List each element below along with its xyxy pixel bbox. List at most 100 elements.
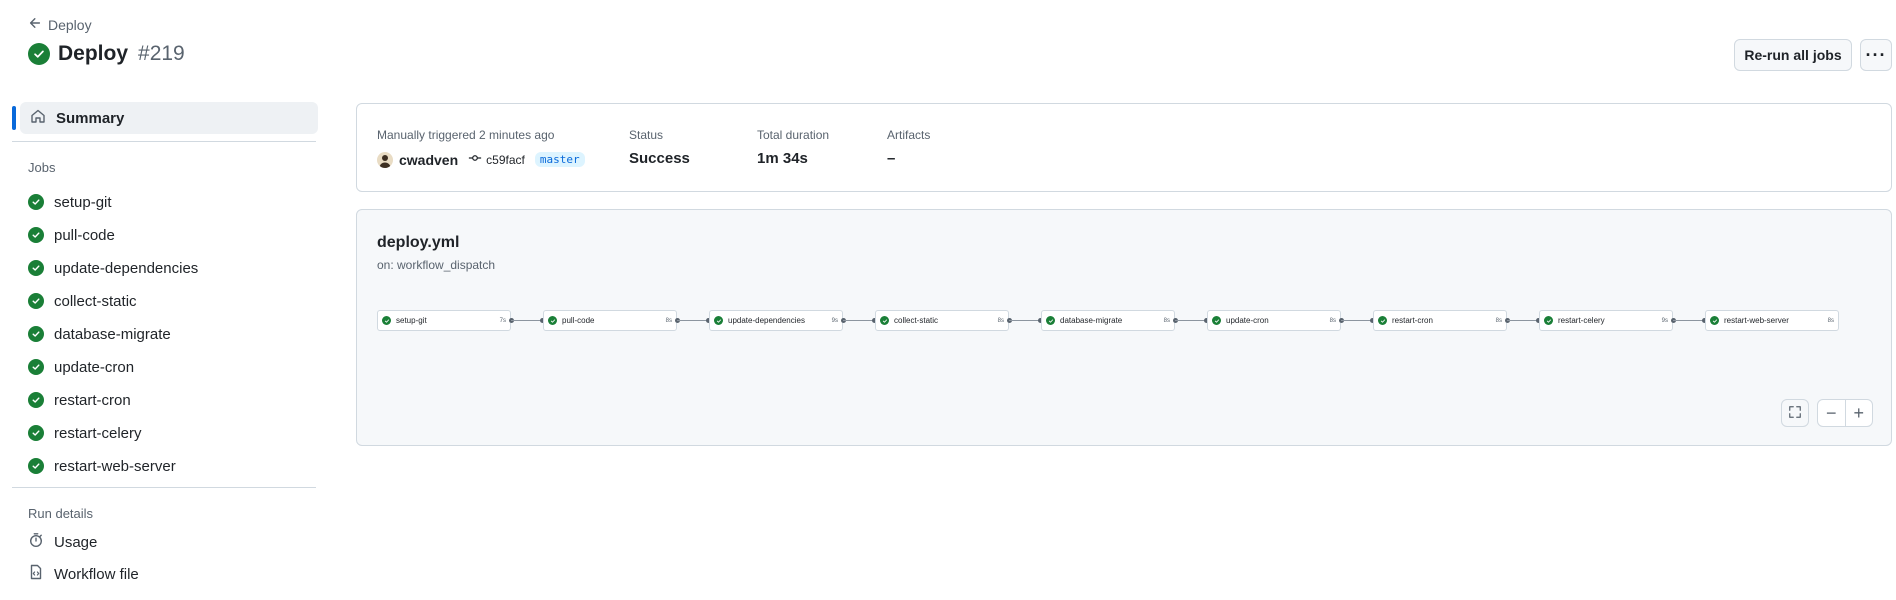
- check-circle-icon: [28, 359, 44, 375]
- status-value: Success: [629, 150, 690, 167]
- duration-label: Total duration: [757, 128, 830, 142]
- zoom-out-button[interactable]: −: [1818, 400, 1846, 426]
- graph-node-duration: 8s: [1163, 317, 1170, 324]
- sidebar-item-usage[interactable]: Usage: [28, 530, 97, 554]
- workflow-file-name: deploy.yml: [377, 234, 460, 251]
- graph-node-label: setup-git: [396, 316, 427, 325]
- sidebar-item-job-update-dependencies[interactable]: update-dependencies: [28, 256, 198, 280]
- workflow-trigger: on: workflow_dispatch: [377, 258, 496, 272]
- check-circle-icon: [382, 316, 391, 325]
- check-circle-icon: [1710, 316, 1719, 325]
- sidebar-item-label: update-dependencies: [54, 259, 199, 277]
- sidebar-item-label: restart-celery: [54, 424, 142, 442]
- graph-node-duration: 8s: [1827, 317, 1834, 324]
- sidebar-item-label: pull-code: [54, 226, 115, 244]
- graph-node-label: update-cron: [1226, 316, 1269, 325]
- sidebar-item-job-restart-celery[interactable]: restart-celery: [28, 421, 142, 445]
- sidebar-item-job-restart-cron[interactable]: restart-cron: [28, 388, 131, 412]
- graph-node-duration: 8s: [1329, 317, 1336, 324]
- graph-node-duration: 9s: [1661, 317, 1668, 324]
- graph-node-label: collect-static: [894, 316, 939, 325]
- sidebar-item-label: update-cron: [54, 358, 135, 376]
- zoom-controls: − +: [1817, 399, 1873, 427]
- graph-node-duration: 8s: [997, 317, 1004, 324]
- graph-node-label: update-dependencies: [728, 316, 805, 325]
- check-circle-icon: [1544, 316, 1553, 325]
- check-circle-icon: [548, 316, 557, 325]
- sidebar-item-job-database-migrate[interactable]: database-migrate: [28, 322, 171, 346]
- check-circle-icon: [28, 326, 44, 342]
- trigger-info: cwadven c59facf master: [377, 151, 585, 168]
- check-circle-icon: [28, 43, 50, 65]
- sidebar-item-label: database-migrate: [54, 325, 171, 343]
- git-commit-icon: [468, 151, 482, 168]
- arrow-left-icon: [28, 16, 42, 33]
- sidebar-item-label: Usage: [54, 533, 98, 551]
- graph-node-duration: 9s: [831, 317, 838, 324]
- sidebar-item-workflow-file[interactable]: Workflow file: [28, 562, 139, 586]
- divider: [12, 141, 316, 142]
- graph-connector: [1673, 320, 1705, 321]
- graph-node-update-dependencies[interactable]: update-dependencies 9s: [709, 310, 843, 331]
- workflow-title: Deploy: [58, 42, 129, 65]
- graph-node-duration: 8s: [665, 317, 672, 324]
- sidebar-item-label: Workflow file: [54, 565, 139, 583]
- graph-node-label: restart-cron: [1392, 316, 1433, 325]
- avatar[interactable]: [377, 151, 393, 168]
- more-options-button[interactable]: ···: [1860, 39, 1892, 71]
- graph-node-restart-web-server[interactable]: restart-web-server 8s: [1705, 310, 1839, 331]
- sidebar-item-job-collect-static[interactable]: collect-static: [28, 289, 137, 313]
- back-link[interactable]: Deploy: [28, 16, 92, 33]
- check-circle-icon: [28, 260, 44, 276]
- sidebar-item-summary[interactable]: Summary: [20, 102, 318, 134]
- graph-node-setup-git[interactable]: setup-git 7s: [377, 310, 511, 331]
- run-number: #219: [138, 42, 185, 65]
- workflow-graph: deploy.yml on: workflow_dispatch setup-g…: [356, 209, 1892, 446]
- sidebar-item-label: restart-web-server: [54, 457, 176, 475]
- duration-value: 1m 34s: [757, 150, 808, 167]
- sidebar-item-label: collect-static: [54, 292, 137, 310]
- sidebar-item-label: Summary: [56, 109, 125, 127]
- sidebar-item-label: setup-git: [54, 193, 112, 211]
- commit-link[interactable]: c59facf: [468, 151, 525, 168]
- sidebar-item-label: restart-cron: [54, 391, 131, 409]
- graph-node-database-migrate[interactable]: database-migrate 8s: [1041, 310, 1175, 331]
- page-title: Deploy #219: [28, 42, 185, 66]
- jobs-heading: Jobs: [28, 160, 56, 175]
- graph-connector: [677, 320, 709, 321]
- graph-node-pull-code[interactable]: pull-code 8s: [543, 310, 677, 331]
- fullscreen-button[interactable]: [1781, 399, 1809, 427]
- check-circle-icon: [28, 194, 44, 210]
- graph-connector: [1507, 320, 1539, 321]
- sidebar-item-job-setup-git[interactable]: setup-git: [28, 190, 112, 214]
- graph-node-label: restart-celery: [1558, 316, 1605, 325]
- graph-connector: [1175, 320, 1207, 321]
- check-circle-icon: [28, 227, 44, 243]
- check-circle-icon: [1378, 316, 1387, 325]
- branch-badge[interactable]: master: [534, 152, 585, 167]
- graph-node-duration: 8s: [1495, 317, 1502, 324]
- graph-node-collect-static[interactable]: collect-static 8s: [875, 310, 1009, 331]
- divider: [12, 487, 316, 488]
- home-icon: [30, 108, 46, 128]
- sidebar-item-job-restart-web-server[interactable]: restart-web-server: [28, 454, 176, 478]
- stopwatch-icon: [28, 532, 44, 552]
- back-link-label: Deploy: [48, 16, 92, 33]
- actor-link[interactable]: cwadven: [399, 152, 458, 168]
- check-circle-icon: [28, 425, 44, 441]
- graph-node-label: database-migrate: [1060, 316, 1123, 325]
- check-circle-icon: [714, 316, 723, 325]
- active-indicator: [12, 106, 16, 130]
- graph-node-label: restart-web-server: [1724, 316, 1789, 325]
- check-circle-icon: [28, 293, 44, 309]
- rerun-all-jobs-button[interactable]: Re-run all jobs: [1734, 39, 1852, 71]
- sidebar-item-job-update-cron[interactable]: update-cron: [28, 355, 134, 379]
- sidebar-item-job-pull-code[interactable]: pull-code: [28, 223, 115, 247]
- graph-node-label: pull-code: [562, 316, 595, 325]
- zoom-in-button[interactable]: +: [1846, 400, 1873, 426]
- graph-node-update-cron[interactable]: update-cron 8s: [1207, 310, 1341, 331]
- artifacts-value: –: [887, 150, 896, 167]
- graph-node-restart-cron[interactable]: restart-cron 8s: [1373, 310, 1507, 331]
- graph-node-restart-celery[interactable]: restart-celery 9s: [1539, 310, 1673, 331]
- file-code-icon: [28, 564, 44, 584]
